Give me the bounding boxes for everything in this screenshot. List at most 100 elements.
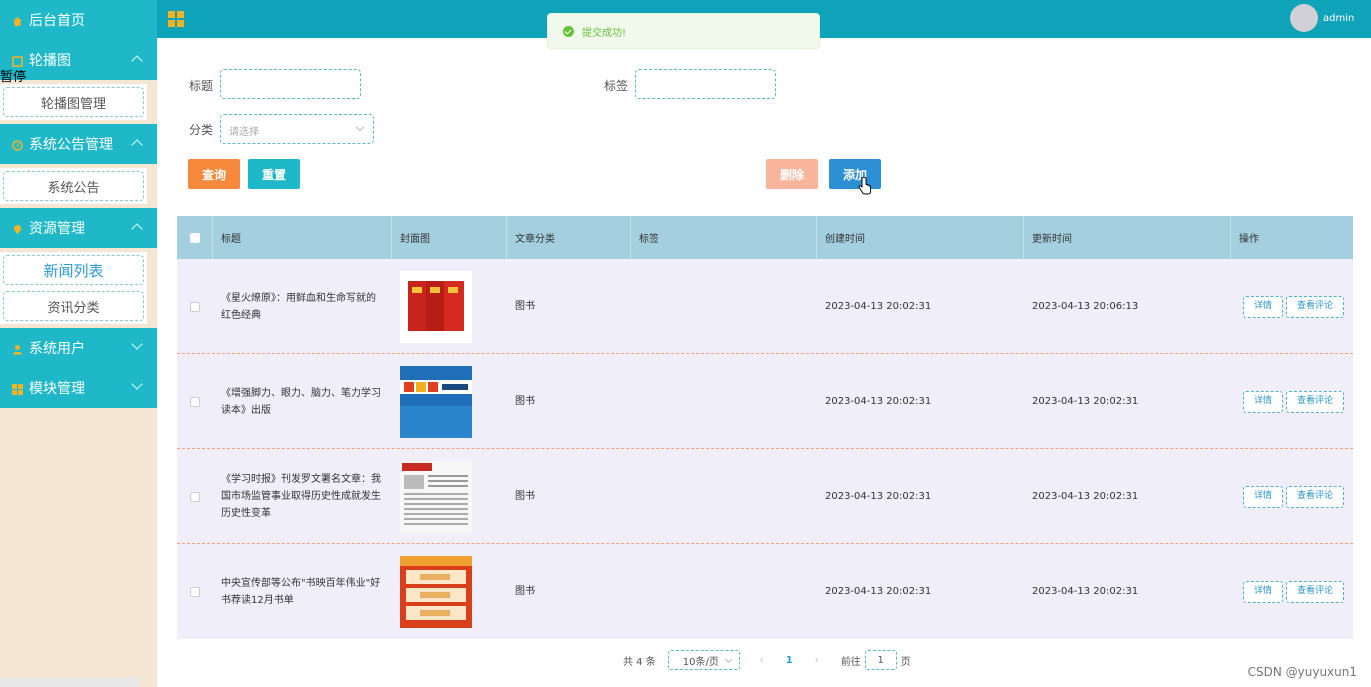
add-button[interactable]: 添加 [829,159,881,189]
menu-group-label: 资源管理 [29,221,85,237]
goto-prefix: 前往 [840,656,861,668]
row-checkbox[interactable] [190,396,200,407]
header-cover: 封面图 [392,216,507,259]
row-checkbox[interactable] [190,491,200,502]
row-tag [631,354,817,449]
chevron-down-icon [131,338,143,350]
goto-value: 1 [877,654,884,666]
status-bar [0,677,140,687]
select-all-checkbox[interactable] [189,232,200,243]
row-tag [631,544,817,639]
chevron-down-icon [724,655,732,664]
delete-button[interactable]: 删除 [766,159,818,189]
username[interactable]: admin [1323,13,1354,24]
cover-image [400,365,472,438]
row-category: 图书 [515,396,535,407]
tag-input[interactable] [635,69,776,99]
menu-group-label: 系统用户 [29,341,85,357]
menu-group-notice[interactable]: 系统公告管理 [0,124,157,164]
image-icon [12,55,23,67]
header-updated[interactable]: 更新时间 [1024,216,1231,259]
success-toast: 提交成功! [547,13,820,49]
chevron-up-icon [131,55,143,67]
header-category[interactable]: 文章分类 [507,216,631,259]
page-number[interactable]: 1 [786,655,793,666]
goto-suffix: 页 [900,656,911,668]
row-checkbox[interactable] [190,586,200,597]
menu-toggle-icon[interactable] [168,11,184,27]
page-size-value: 10条/页 [682,656,719,668]
row-updated: 2023-04-13 20:02:31 [1032,491,1139,502]
header-created[interactable]: 创建时间 [817,216,1024,259]
avatar[interactable] [1290,4,1318,32]
next-page-icon[interactable]: › [815,655,819,666]
sidebar-item-news-category[interactable]: 资讯分类 [3,291,144,321]
tag-label: 标签 [604,79,629,93]
chevron-up-icon [131,139,143,151]
row-title: 《学习时报》刊发罗文署名文章：我国市场监管事业取得历史性成就发生历史性变革 [221,474,381,519]
menu-home-label: 后台首页 [29,13,85,29]
detail-button[interactable]: 详情 [1243,295,1283,318]
row-category: 图书 [515,586,535,597]
cover-image [400,555,472,628]
menu-group-label: 轮播图 [29,53,71,69]
menu-group-users[interactable]: 系统用户 [0,328,157,368]
row-created: 2023-04-13 20:02:31 [825,396,932,407]
user-icon [12,343,23,354]
menu-group-modules[interactable]: 模块管理 [0,368,157,408]
view-comments-button[interactable]: 查看评论 [1286,295,1344,318]
row-updated: 2023-04-13 20:02:31 [1032,586,1139,597]
reset-button[interactable]: 重置 [248,159,300,189]
row-tag [631,449,817,544]
grid-icon [12,383,23,395]
detail-button[interactable]: 详情 [1243,485,1283,508]
table-row: 中央宣传部等公布"书映百年伟业"好书荐读12月书单 图书 2023-04-13 … [177,544,1353,639]
detail-button[interactable]: 详情 [1243,580,1283,603]
row-title: 中央宣传部等公布"书映百年伟业"好书荐读12月书单 [221,577,381,606]
main-content: 标题 标签 分类 请选择 查询 重置 删除 添加 标题 封面图 文章分类 标签 … [157,38,1371,687]
category-select[interactable]: 请选择 [220,114,374,144]
total-count: 共 4 条 [623,656,656,668]
row-checkbox[interactable] [190,301,200,312]
row-category: 图书 [515,301,535,312]
header-tag: 标签 [631,216,817,259]
header-title[interactable]: 标题 [213,216,392,259]
table-row: 《星火燎原》：用鲜血和生命写就的红色经典 图书 2023-04-13 20:02… [177,259,1353,354]
sidebar-item-notice[interactable]: 系统公告 [3,171,144,201]
row-category: 图书 [515,491,535,502]
cover-image [400,270,472,343]
page-size-select[interactable]: 10条/页 [667,650,740,670]
sidebar-item-news-list[interactable]: 新闻列表 [3,255,144,285]
goto-page-input[interactable]: 1 [864,650,897,670]
view-comments-button[interactable]: 查看评论 [1286,485,1344,508]
detail-button[interactable]: 详情 [1243,390,1283,413]
row-title: 《星火燎原》：用鲜血和生命写就的红色经典 [221,292,376,321]
location-icon [12,223,23,234]
chevron-up-icon [131,223,143,235]
pagination: 共 4 条 10条/页 ‹ 1 › 前往 1 页 [623,650,911,670]
sidebar-item-carousel-manage[interactable]: 轮播图管理 [3,87,144,117]
info-icon [12,139,23,151]
cover-image [400,460,472,533]
row-tag [631,259,817,354]
table-row: 《学习时报》刊发罗文署名文章：我国市场监管事业取得历史性成就发生历史性变革 图书… [177,449,1353,544]
view-comments-button[interactable]: 查看评论 [1286,580,1344,603]
watermark: CSDN @yuyuxun1 [1247,665,1357,679]
menu-group-resource[interactable]: 资源管理 [0,208,157,248]
row-updated: 2023-04-13 20:06:13 [1032,301,1139,312]
table-header: 标题 封面图 文章分类 标签 创建时间 更新时间 操作 [177,216,1353,259]
row-created: 2023-04-13 20:02:31 [825,586,932,597]
view-comments-button[interactable]: 查看评论 [1286,390,1344,413]
row-updated: 2023-04-13 20:02:31 [1032,396,1139,407]
header-actions: 操作 [1239,234,1259,245]
chevron-down-icon [355,122,365,132]
prev-page-icon[interactable]: ‹ [760,655,764,666]
query-button[interactable]: 查询 [188,159,240,189]
row-created: 2023-04-13 20:02:31 [825,301,932,312]
row-title: 《增强脚力、眼力、脑力、笔力学习读本》出版 [221,387,381,416]
hand-cursor-icon [858,177,871,195]
menu-home[interactable]: 后台首页 [0,0,157,40]
sidebar: 后台首页 轮播图 轮播图管理 系统公告管理 系统公告 资源管理 新闻列表 资讯分… [0,0,157,687]
title-input[interactable] [220,69,361,99]
row-created: 2023-04-13 20:02:31 [825,491,932,502]
